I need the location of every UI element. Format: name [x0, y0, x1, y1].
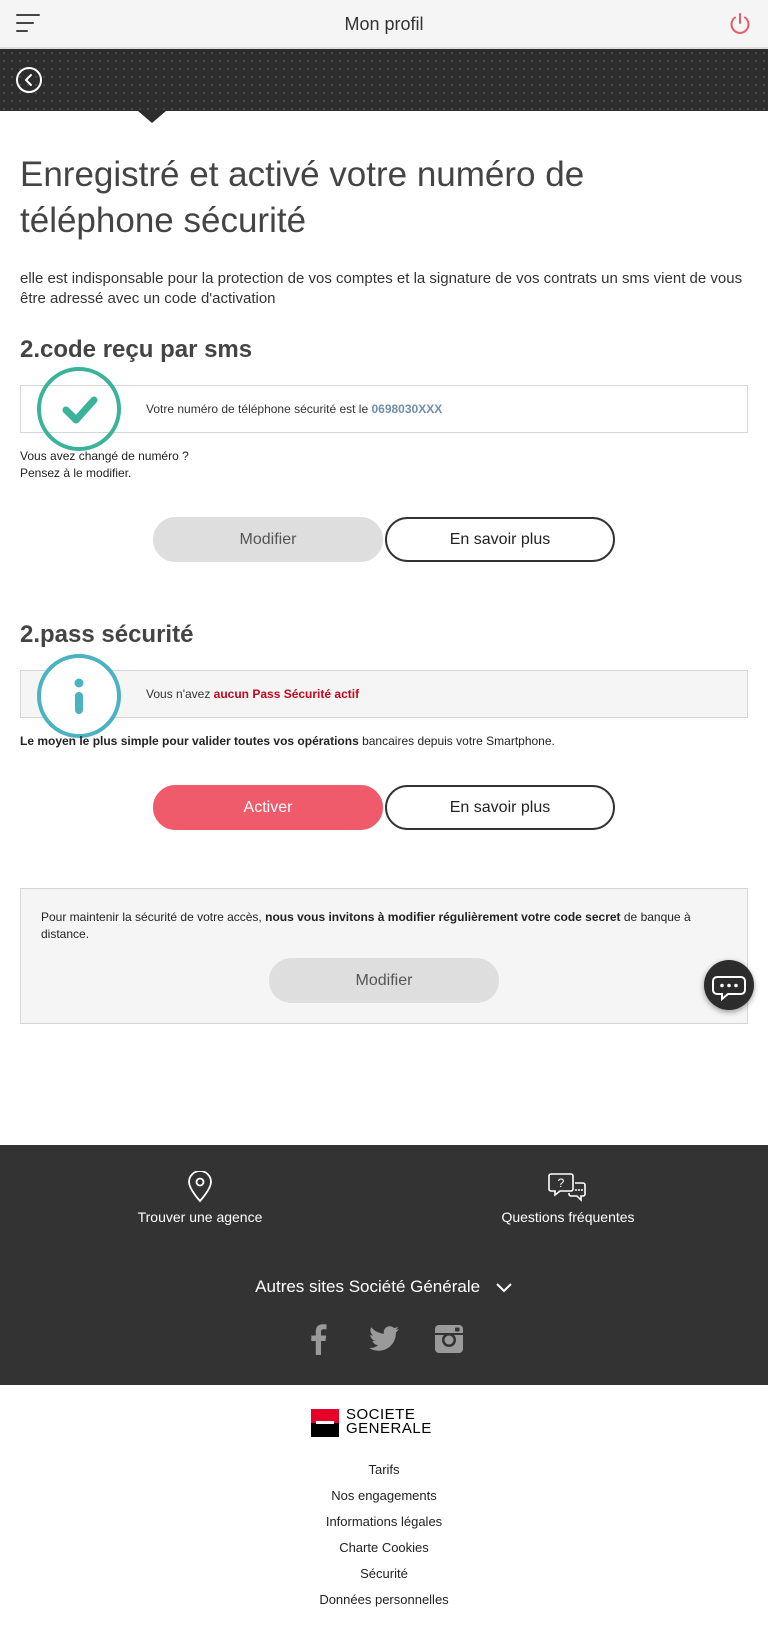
activate-button[interactable]: Activer: [153, 785, 383, 830]
link-tarifs[interactable]: Tarifs: [0, 1457, 768, 1483]
find-agency-link[interactable]: Trouver une agence: [120, 1171, 280, 1225]
secret-code-text: Pour maintenir la sécurité de votre accè…: [41, 910, 691, 941]
facebook-icon[interactable]: [308, 1323, 328, 1355]
band-notch: [138, 111, 166, 123]
instagram-icon[interactable]: [434, 1324, 464, 1354]
link-engagements[interactable]: Nos engagements: [0, 1483, 768, 1509]
link-personal-data[interactable]: Données personnelles: [0, 1587, 768, 1613]
logo-text: SOCIETE GENERALE: [346, 1406, 432, 1437]
twitter-icon[interactable]: [368, 1325, 400, 1353]
header-band: [0, 49, 768, 111]
secret-code-box: Pour maintenir la sécurité de votre accè…: [20, 888, 748, 1024]
modify-phone-button[interactable]: Modifier: [153, 517, 383, 562]
info-icon: [74, 678, 84, 714]
chevron-down-icon: [496, 1282, 512, 1292]
link-cookies[interactable]: Charte Cookies: [0, 1535, 768, 1561]
modify-secret-code-button[interactable]: Modifier: [269, 958, 499, 1003]
back-button[interactable]: [16, 67, 42, 93]
bottom-links: Tarifs Nos engagements Informations léga…: [0, 1457, 768, 1613]
link-legal-info[interactable]: Informations légales: [0, 1509, 768, 1535]
footer: Trouver une agence ? Questions fréquente…: [0, 1145, 768, 1385]
phone-number: 0698030XXX: [371, 402, 443, 416]
faq-link[interactable]: ? Questions fréquentes: [488, 1171, 648, 1225]
chat-button[interactable]: [704, 960, 754, 1010]
check-icon: [62, 396, 98, 424]
chat-icon: [712, 976, 746, 1002]
learn-more-phone-button[interactable]: En savoir plus: [385, 517, 615, 562]
changed-number-text: Vous avez changé de numéro ? Pensez à le…: [20, 449, 189, 480]
logo-mark: [311, 1409, 339, 1437]
main-title: Enregistré et activé votre numéro de tél…: [20, 155, 585, 240]
learn-more-pass-button[interactable]: En savoir plus: [385, 785, 615, 830]
pass-section-title: 2.pass sécurité: [20, 621, 194, 648]
info-circle: [37, 654, 121, 738]
sms-section-title: 2.code reçu par sms: [20, 336, 253, 363]
chevron-left-icon: [25, 74, 32, 86]
societe-generale-logo[interactable]: SOCIETE GENERALE: [311, 1406, 461, 1441]
svg-text:?: ?: [558, 1176, 565, 1190]
bottom-section: SOCIETE GENERALE Tarifs Nos engagements …: [0, 1385, 768, 1627]
top-bar: Mon profil: [0, 0, 768, 49]
pass-info-box: Vous n'avez aucun Pass Sécurité actif: [20, 654, 748, 738]
page-title: Mon profil: [344, 14, 424, 34]
power-icon[interactable]: [728, 12, 752, 36]
other-sites-toggle[interactable]: Autres sites Société Générale: [0, 1277, 768, 1297]
check-circle: [37, 367, 121, 451]
faq-bubbles-icon: ?: [548, 1173, 586, 1202]
location-pin-icon: [188, 1171, 212, 1203]
phone-info-box: Votre numéro de téléphone sécurité est l…: [20, 367, 748, 451]
phone-info-text: Votre numéro de téléphone sécurité est l…: [146, 402, 443, 416]
pass-info-text: Vous n'avez aucun Pass Sécurité actif: [146, 687, 360, 701]
pass-description: Le moyen le plus simple pour valider tou…: [20, 734, 555, 748]
intro-text: elle est indisponsable pour la protectio…: [20, 270, 743, 307]
link-security[interactable]: Sécurité: [0, 1561, 768, 1587]
